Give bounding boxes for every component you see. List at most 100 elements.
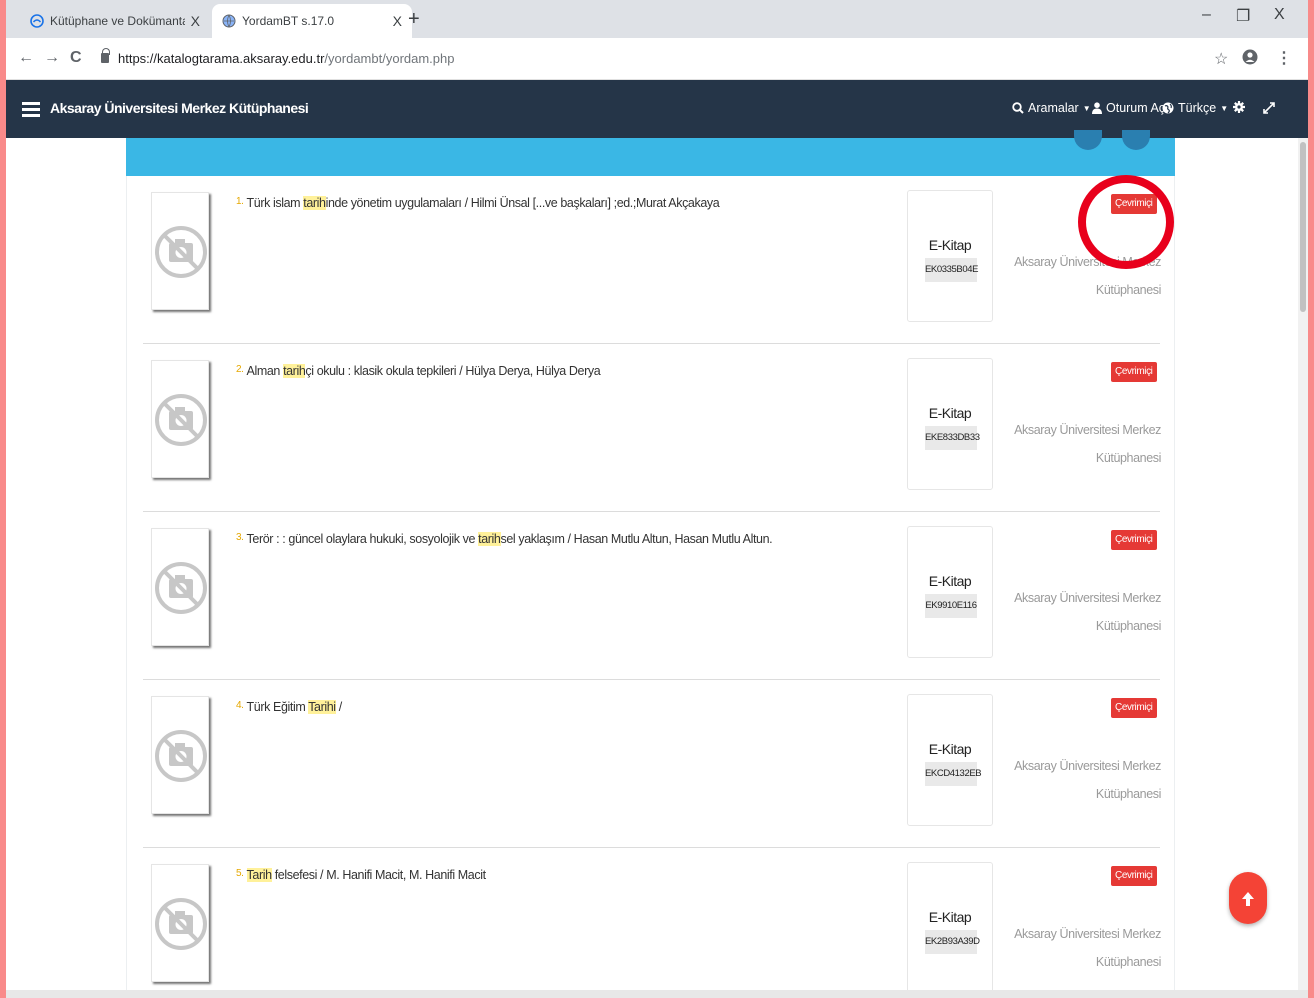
scrollbar-thumb[interactable] [1300, 142, 1306, 312]
title-text: inde yönetim uygulamaları / Hilmi Ünsal … [325, 196, 720, 210]
vertical-scrollbar[interactable] [1298, 138, 1308, 990]
result-title[interactable]: 3. Terör : : güncel olaylara hukuki, sosy… [236, 532, 773, 546]
hamburger-menu-icon[interactable] [22, 102, 40, 117]
globe-icon [222, 14, 236, 28]
material-type-box: E-Kitap EK9910E116 [907, 526, 993, 658]
scroll-to-top-button[interactable] [1229, 872, 1267, 924]
online-badge[interactable]: Çevrimiçi [1111, 530, 1157, 550]
search-term-highlight: tarih [283, 364, 306, 378]
site-title[interactable]: Aksaray Üniversitesi Merkez Kütüphanesi [50, 100, 309, 116]
result-row: 5. Tarih felsefesi / M. Hanifi Macit, M. … [143, 848, 1161, 998]
search-icon [1012, 102, 1024, 114]
item-code: EKE833DB33 [925, 426, 980, 450]
horizontal-scrollbar[interactable] [6, 990, 1308, 998]
banner-button[interactable] [1122, 130, 1150, 150]
no-image-icon [155, 730, 207, 782]
address-bar[interactable]: https://katalogtarama.aksaray.edu.tr/yor… [118, 51, 455, 66]
globe-icon [1162, 102, 1174, 114]
online-badge[interactable]: Çevrimiçi [1111, 866, 1157, 886]
title-text: Türk Eğitim [246, 700, 309, 714]
title-text: çi okulu : klasik okula tepkileri / Hüly… [305, 364, 601, 378]
browser-window: Kütüphane ve Dokümantasyon D X YordamBT … [6, 0, 1308, 998]
tab-library[interactable]: Kütüphane ve Dokümantasyon D X [20, 4, 210, 38]
reload-button[interactable]: C [70, 49, 82, 67]
searches-menu[interactable]: Aramalar ▼ [1012, 101, 1091, 115]
result-row: 1. Türk islam tarihinde yönetim uygulamal… [143, 176, 1161, 344]
user-icon [1092, 102, 1102, 114]
title-text: sel yaklaşım / Hasan Mutlu Altun, Hasan … [500, 532, 773, 546]
material-type: E-Kitap [928, 573, 972, 589]
title-text: / [335, 700, 343, 714]
close-window-button[interactable]: X [1274, 6, 1285, 24]
tab-title: YordamBT s.17.0 [242, 14, 335, 28]
caret-down-icon: ▼ [1082, 103, 1091, 113]
no-image-icon [155, 394, 207, 446]
result-title[interactable]: 5. Tarih felsefesi / M. Hanifi Macit, M. … [236, 868, 486, 882]
browser-menu-icon[interactable]: ⋮ [1276, 48, 1292, 68]
no-cover-image [151, 528, 209, 646]
new-tab-button[interactable]: + [408, 8, 420, 31]
result-row: 3. Terör : : güncel olaylara hukuki, sosy… [143, 512, 1161, 680]
online-badge[interactable]: Çevrimiçi [1111, 698, 1157, 718]
title-text: Terör : : güncel olaylara hukuki, sosyol… [246, 532, 479, 546]
result-row: 2. Alman tarihçi okulu : klasik okula tep… [143, 344, 1161, 512]
close-tab-icon[interactable]: X [191, 13, 200, 29]
back-button[interactable]: ← [18, 49, 34, 67]
site-logo-icon [30, 14, 44, 28]
item-code: EK0335B04E [925, 258, 978, 282]
no-image-icon [155, 226, 207, 278]
library-name: Aksaray Üniversitesi Merkez Kütüphanesi [1014, 591, 1161, 633]
lock-icon [101, 48, 110, 63]
search-term-highlight: tarih [303, 196, 326, 210]
bookmark-star-icon[interactable]: ☆ [1214, 49, 1228, 69]
material-type: E-Kitap [928, 405, 972, 421]
annotation-circle [1078, 175, 1174, 269]
online-badge[interactable]: Çevrimiçi [1111, 362, 1157, 382]
result-title[interactable]: 1. Türk islam tarihinde yönetim uygulamal… [236, 196, 720, 210]
no-cover-image [151, 696, 209, 814]
material-type-box: E-Kitap EK0335B04E [907, 190, 993, 322]
login-menu[interactable]: Oturum Aç [1092, 101, 1165, 115]
no-image-icon [155, 898, 207, 950]
close-tab-icon[interactable]: X [393, 13, 402, 29]
fullscreen-button[interactable] [1262, 101, 1276, 115]
minimize-button[interactable]: – [1202, 6, 1211, 24]
search-term-highlight: tarih [478, 532, 501, 546]
no-cover-image [151, 360, 209, 478]
result-title[interactable]: 2. Alman tarihçi okulu : klasik okula tep… [236, 364, 601, 378]
url-path: /yordambt/yordam.php [324, 51, 455, 66]
maximize-button[interactable]: ❐ [1236, 6, 1250, 26]
gear-icon [1233, 101, 1245, 113]
banner-button[interactable] [1074, 130, 1102, 150]
caret-down-icon: ▼ [1220, 103, 1229, 113]
tab-title: Kütüphane ve Dokümantasyon D [50, 14, 185, 28]
item-code: EKCD4132EB [925, 762, 982, 786]
material-type: E-Kitap [928, 741, 972, 757]
result-number: 2. [236, 364, 244, 375]
title-text: Türk islam [246, 196, 304, 210]
result-number: 4. [236, 700, 244, 711]
no-cover-image [151, 192, 209, 310]
title-text: felsefesi / M. Hanifi Macit, M. Hanifi M… [271, 868, 486, 882]
result-title[interactable]: 4. Türk Eğitim Tarihi / [236, 700, 342, 714]
search-term-highlight: Tarih [246, 868, 272, 882]
result-number: 1. [236, 196, 244, 207]
library-name: Aksaray Üniversitesi Merkez Kütüphanesi [1014, 927, 1161, 969]
tab-yordam[interactable]: YordamBT s.17.0 X [212, 4, 412, 38]
no-image-icon [155, 562, 207, 614]
title-text: Alman [246, 364, 284, 378]
language-label: Türkçe [1178, 101, 1217, 115]
result-row: 4. Türk Eğitim Tarihi / E-Kitap EKCD4132E… [143, 680, 1161, 848]
library-name: Aksaray Üniversitesi Merkez Kütüphanesi [1014, 759, 1161, 801]
material-type-box: E-Kitap EKE833DB33 [907, 358, 993, 490]
language-menu[interactable]: Türkçe ▼ [1162, 101, 1228, 115]
forward-button[interactable]: → [44, 49, 60, 67]
profile-icon[interactable] [1242, 48, 1258, 71]
settings-button[interactable] [1233, 101, 1245, 113]
item-code: EK2B93A39D [925, 930, 980, 954]
result-number: 5. [236, 868, 244, 879]
results-header-banner [126, 130, 1175, 176]
results-list: 1. Türk islam tarihinde yönetim uygulamal… [126, 176, 1175, 996]
searches-label: Aramalar [1028, 101, 1079, 115]
url-host: https://katalogtarama.aksaray.edu.tr [118, 51, 325, 66]
